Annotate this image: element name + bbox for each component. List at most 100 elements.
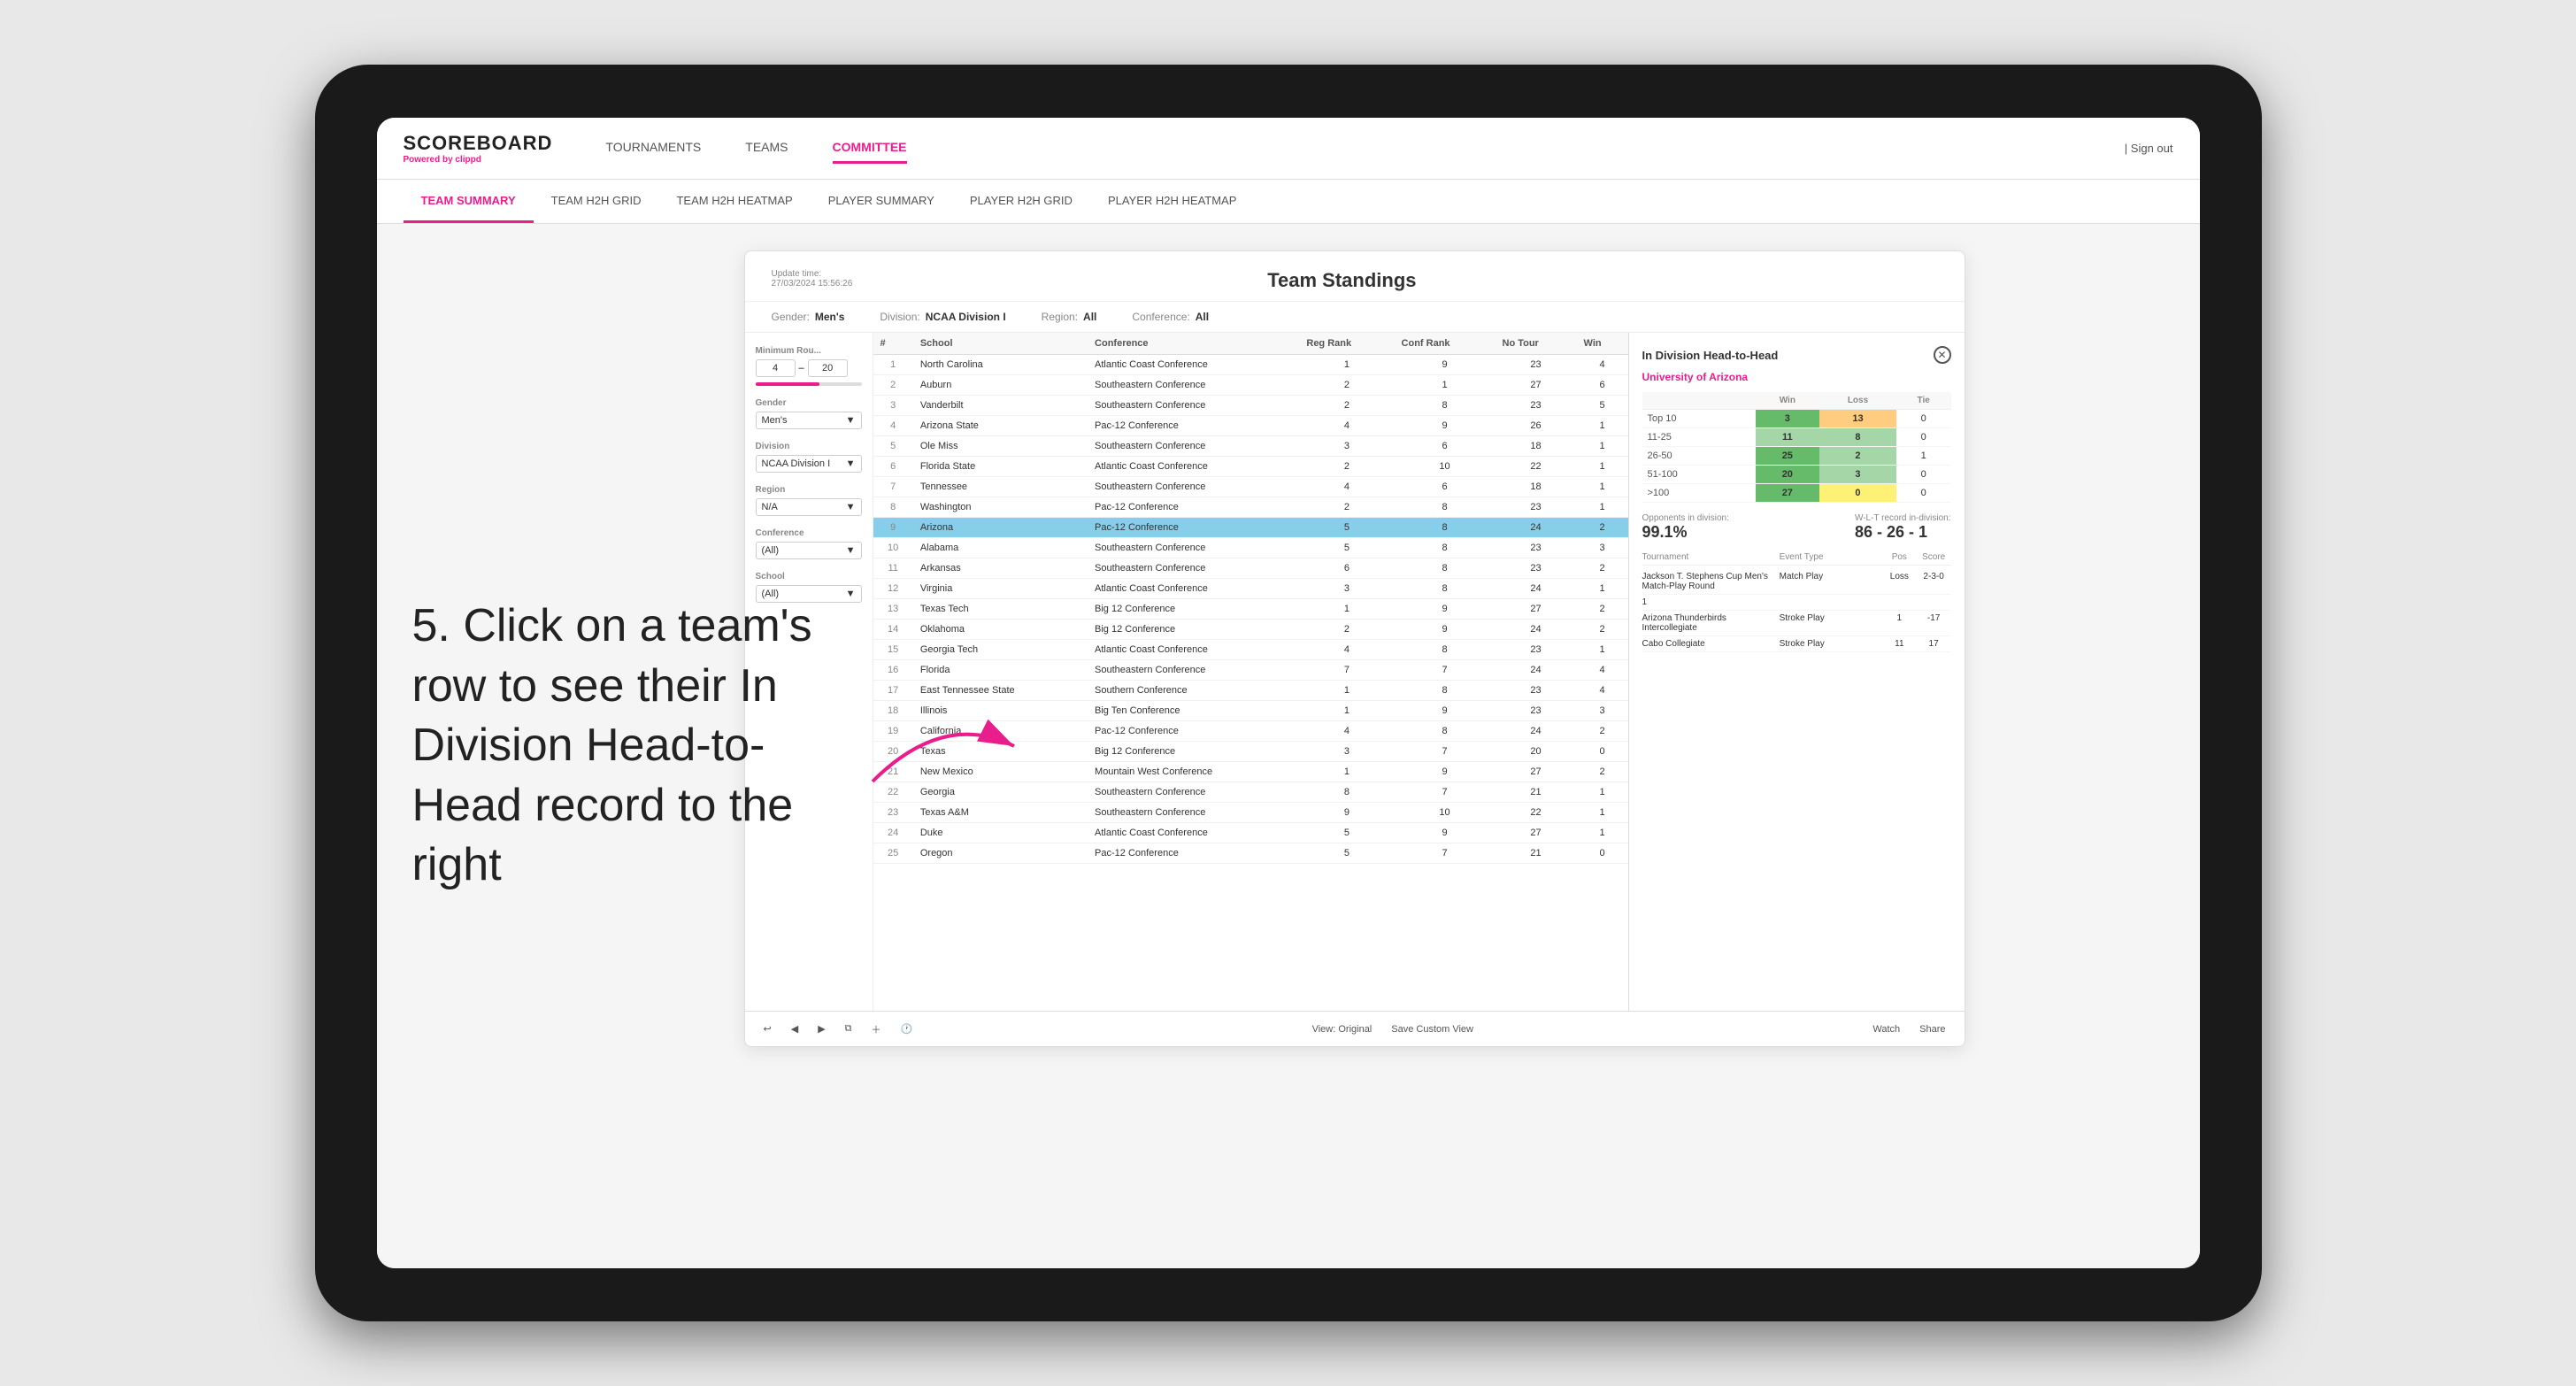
- cell-no-tour: 26: [1496, 416, 1577, 436]
- cell-no-tour: 23: [1496, 701, 1577, 721]
- subnav-team-h2h-heatmap[interactable]: TEAM H2H HEATMAP: [658, 180, 810, 223]
- cell-conference: Southeastern Conference: [1088, 538, 1299, 558]
- cell-reg-rank: 5: [1299, 843, 1394, 864]
- add-button[interactable]: ＋: [866, 1020, 887, 1038]
- cell-win: 4: [1577, 355, 1628, 375]
- table-row[interactable]: 1 North Carolina Atlantic Coast Conferen…: [873, 355, 1628, 375]
- h2h-loss: 2: [1819, 447, 1896, 466]
- table-row[interactable]: 23 Texas A&M Southeastern Conference 9 1…: [873, 803, 1628, 823]
- min-rounds-max[interactable]: 20: [808, 359, 848, 377]
- table-header-row: # School Conference Reg Rank Conf Rank N…: [873, 333, 1628, 355]
- cell-reg-rank: 1: [1299, 599, 1394, 620]
- h2h-range: >100: [1642, 484, 1756, 503]
- watch-button[interactable]: Watch: [1867, 1022, 1905, 1036]
- table-row[interactable]: 18 Illinois Big Ten Conference 1 9 23 3: [873, 701, 1628, 721]
- table-row[interactable]: 14 Oklahoma Big 12 Conference 2 9 24 2: [873, 620, 1628, 640]
- table-row[interactable]: 22 Georgia Southeastern Conference 8 7 2…: [873, 782, 1628, 803]
- sign-out-button[interactable]: | Sign out: [2125, 142, 2173, 155]
- table-row[interactable]: 17 East Tennessee State Southern Confere…: [873, 681, 1628, 701]
- cell-reg-rank: 4: [1299, 640, 1394, 660]
- gender-select[interactable]: Men's ▼: [756, 412, 862, 429]
- conference-select[interactable]: (All) ▼: [756, 542, 862, 559]
- table-row[interactable]: 25 Oregon Pac-12 Conference 5 7 21 0: [873, 843, 1628, 864]
- table-row[interactable]: 9 Arizona Pac-12 Conference 5 8 24 2: [873, 518, 1628, 538]
- panel-body: Minimum Rou... 4 – 20 Gender: [745, 333, 1965, 1011]
- table-row[interactable]: 2 Auburn Southeastern Conference 2 1 27 …: [873, 375, 1628, 396]
- table-row[interactable]: 7 Tennessee Southeastern Conference 4 6 …: [873, 477, 1628, 497]
- table-row[interactable]: 10 Alabama Southeastern Conference 5 8 2…: [873, 538, 1628, 558]
- step-back-button[interactable]: ◀: [786, 1021, 804, 1036]
- share-button[interactable]: Share: [1914, 1022, 1950, 1036]
- cell-win: 1: [1577, 823, 1628, 843]
- cell-win: 1: [1577, 579, 1628, 599]
- division-select[interactable]: NCAA Division I ▼: [756, 455, 862, 473]
- undo-button[interactable]: ↩: [758, 1021, 777, 1036]
- h2h-tie: 0: [1896, 466, 1951, 484]
- cell-conference: Big Ten Conference: [1088, 701, 1299, 721]
- h2h-close-button[interactable]: ✕: [1934, 346, 1951, 364]
- table-row[interactable]: 16 Florida Southeastern Conference 7 7 2…: [873, 660, 1628, 681]
- table-row[interactable]: 12 Virginia Atlantic Coast Conference 3 …: [873, 579, 1628, 599]
- subnav-player-summary[interactable]: PLAYER SUMMARY: [811, 180, 952, 223]
- cell-reg-rank: 1: [1299, 681, 1394, 701]
- table-row[interactable]: 8 Washington Pac-12 Conference 2 8 23 1: [873, 497, 1628, 518]
- tournament-row-3: Cabo Collegiate Stroke Play 11 17: [1642, 636, 1951, 652]
- table-row[interactable]: 4 Arizona State Pac-12 Conference 4 9 26…: [873, 416, 1628, 436]
- cell-school: Arizona State: [913, 416, 1088, 436]
- table-row[interactable]: 20 Texas Big 12 Conference 3 7 20 0: [873, 742, 1628, 762]
- cell-conference: Big 12 Conference: [1088, 620, 1299, 640]
- region-select[interactable]: N/A ▼: [756, 498, 862, 516]
- cell-school: Arizona: [913, 518, 1088, 538]
- cell-no-tour: 22: [1496, 457, 1577, 477]
- h2h-col-win: Win: [1756, 392, 1820, 410]
- step-forward-button[interactable]: ▶: [812, 1021, 830, 1036]
- cell-conference: Pac-12 Conference: [1088, 416, 1299, 436]
- h2h-table-row: 26-50 25 2 1: [1642, 447, 1951, 466]
- view-original-button[interactable]: View: Original: [1307, 1022, 1378, 1036]
- table-row[interactable]: 15 Georgia Tech Atlantic Coast Conferenc…: [873, 640, 1628, 660]
- table-row[interactable]: 24 Duke Atlantic Coast Conference 5 9 27…: [873, 823, 1628, 843]
- subnav-team-summary[interactable]: TEAM SUMMARY: [404, 180, 534, 223]
- nav-tournaments[interactable]: TOURNAMENTS: [605, 133, 701, 164]
- cell-rank: 12: [873, 579, 913, 599]
- cell-win: 4: [1577, 681, 1628, 701]
- subnav-player-h2h-heatmap[interactable]: PLAYER H2H HEATMAP: [1090, 180, 1254, 223]
- school-select[interactable]: (All) ▼: [756, 585, 862, 603]
- cell-school: Texas Tech: [913, 599, 1088, 620]
- subnav-team-h2h-grid[interactable]: TEAM H2H GRID: [534, 180, 659, 223]
- cell-conf-rank: 10: [1395, 457, 1496, 477]
- cell-rank: 14: [873, 620, 913, 640]
- cell-conf-rank: 8: [1395, 681, 1496, 701]
- cell-school: California: [913, 721, 1088, 742]
- min-rounds-slider[interactable]: [756, 382, 862, 386]
- table-row[interactable]: 13 Texas Tech Big 12 Conference 1 9 27 2: [873, 599, 1628, 620]
- cell-reg-rank: 2: [1299, 620, 1394, 640]
- table-row[interactable]: 3 Vanderbilt Southeastern Conference 2 8…: [873, 396, 1628, 416]
- col-win: Win: [1577, 333, 1628, 355]
- nav-committee[interactable]: COMMITTEE: [833, 133, 907, 164]
- cell-rank: 15: [873, 640, 913, 660]
- region-label: Region: [756, 485, 862, 495]
- subnav-player-h2h-grid[interactable]: PLAYER H2H GRID: [952, 180, 1090, 223]
- cell-win: 2: [1577, 558, 1628, 579]
- cell-no-tour: 21: [1496, 843, 1577, 864]
- copy-button[interactable]: ⧉: [840, 1021, 857, 1036]
- save-custom-button[interactable]: Save Custom View: [1386, 1022, 1479, 1036]
- nav-teams[interactable]: TEAMS: [745, 133, 788, 164]
- nav-links: TOURNAMENTS TEAMS COMMITTEE: [605, 133, 2124, 164]
- tournament-row-1: Jackson T. Stephens Cup Men's Match-Play…: [1642, 569, 1951, 595]
- h2h-win: 25: [1756, 447, 1820, 466]
- cell-win: 2: [1577, 518, 1628, 538]
- cell-conf-rank: 6: [1395, 477, 1496, 497]
- min-rounds-min[interactable]: 4: [756, 359, 796, 377]
- table-row[interactable]: 21 New Mexico Mountain West Conference 1…: [873, 762, 1628, 782]
- cell-no-tour: 23: [1496, 640, 1577, 660]
- cell-conference: Pac-12 Conference: [1088, 497, 1299, 518]
- cell-conference: Atlantic Coast Conference: [1088, 457, 1299, 477]
- table-row[interactable]: 6 Florida State Atlantic Coast Conferenc…: [873, 457, 1628, 477]
- table-row[interactable]: 11 Arkansas Southeastern Conference 6 8 …: [873, 558, 1628, 579]
- region-filter-display: Region: All: [1042, 311, 1097, 323]
- cell-school: Vanderbilt: [913, 396, 1088, 416]
- table-row[interactable]: 5 Ole Miss Southeastern Conference 3 6 1…: [873, 436, 1628, 457]
- table-row[interactable]: 19 California Pac-12 Conference 4 8 24 2: [873, 721, 1628, 742]
